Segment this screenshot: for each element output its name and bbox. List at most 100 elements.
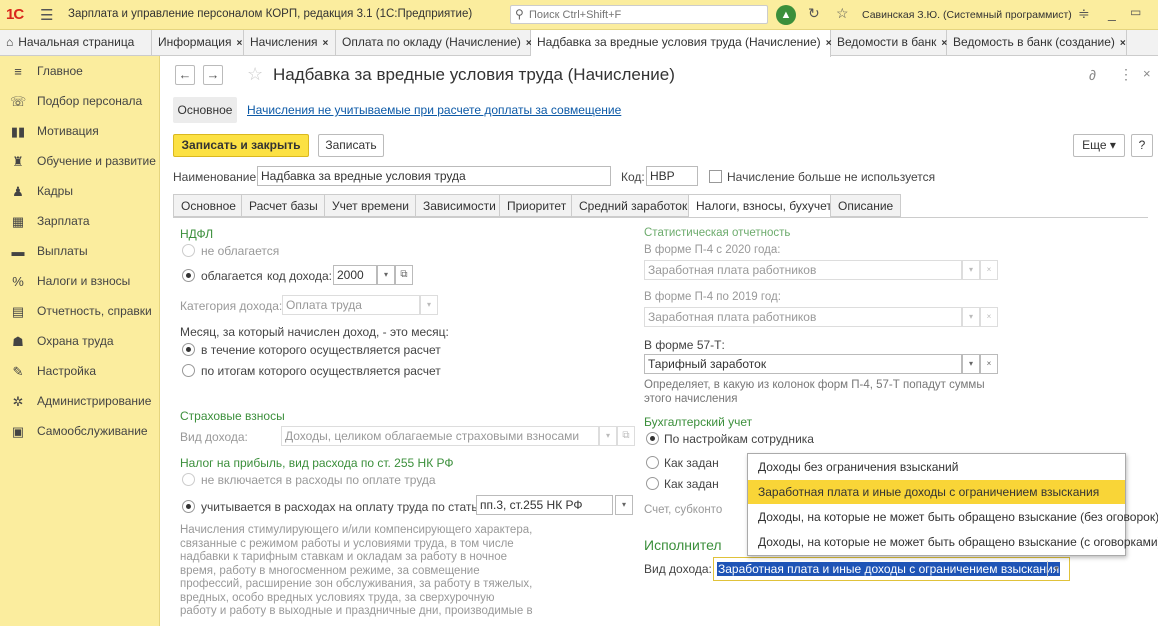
sidebar-item-admin[interactable]: ✲ Администрирование [0,389,160,415]
insurance-kind-field[interactable]: Доходы, целиком облагаемые страховыми вз… [281,426,599,446]
tab-info[interactable]: Информация × [152,30,244,56]
clear-icon[interactable]: × [980,354,998,374]
f57-label: В форме 57-Т: [644,338,725,352]
clear-icon[interactable]: × [980,307,998,327]
maximize-icon[interactable]: ▭ [1130,5,1141,25]
sidebar-item-label: Администрирование [37,394,152,408]
close-icon[interactable]: × [323,38,329,49]
month-during-radio[interactable] [182,343,195,356]
save-button[interactable]: Записать [318,134,384,157]
ndfl-taxed-radio[interactable] [182,269,195,282]
sidebar-item-recruitment[interactable]: ☏ Подбор персонала [0,89,160,115]
profit-included-radio[interactable] [182,500,195,513]
p4-2019-dropdown[interactable]: ▾ [962,307,980,327]
sidebar-item-education[interactable]: ♜ Обучение и развитие [0,149,160,175]
sidebar-item-selfservice[interactable]: ▣ Самообслуживание [0,419,160,445]
sidebar-item-reports[interactable]: ▤ Отчетность, справки [0,299,160,325]
main-menu-icon[interactable]: ☰ [40,6,53,24]
open-icon[interactable]: ⧉ [395,265,413,285]
article-dropdown[interactable]: ▾ [615,495,633,515]
history-icon[interactable]: ↻ [808,5,820,25]
insurance-kind-dropdown[interactable]: ▾ [599,426,617,446]
tab-salary-accrual[interactable]: Оплата по окладу (Начисление) × [336,30,532,56]
sidebar-item-safety[interactable]: ☗ Охрана труда [0,329,160,355]
close-icon[interactable]: × [1143,66,1151,81]
tab-accruals[interactable]: Начисления × [244,30,336,56]
close-icon[interactable]: × [236,38,242,49]
category-dropdown[interactable]: ▾ [420,295,438,315]
profit-not-included-radio[interactable] [182,473,195,486]
unused-checkbox[interactable] [709,170,722,183]
enforcement-kind-field[interactable]: Заработная плата и иные доходы с огранич… [713,557,1070,581]
minimize-icon[interactable]: _ [1108,5,1116,25]
p4-2019-field[interactable]: Заработная плата работников [644,307,962,327]
help-button[interactable]: ? [1131,134,1153,157]
favorites-icon[interactable]: ☆ [836,5,849,25]
close-icon[interactable]: × [1120,38,1126,49]
search-box[interactable]: ⚲ [510,5,768,24]
sidebar-item-hr[interactable]: ♟ Кадры [0,179,160,205]
app-logo: 1С [6,6,24,23]
clear-icon[interactable]: × [980,260,998,280]
tab-base-calc[interactable]: Расчет базы [241,194,326,217]
tab-bank-statements[interactable]: Ведомости в банк × [831,30,947,56]
popup-option-selected[interactable]: Заработная плата и иные доходы с огранич… [748,480,1125,504]
tab-basic[interactable]: Основное [173,194,244,217]
forward-button[interactable]: → [203,65,223,85]
accounting-opt3-radio[interactable] [646,477,659,490]
search-input[interactable] [529,7,759,22]
f57-dropdown[interactable]: ▾ [962,354,980,374]
sidebar-item-settings[interactable]: ✎ Настройка [0,359,160,385]
sidebar-item-payments[interactable]: ▬ Выплаты [0,239,160,265]
subnav-link-combination[interactable]: Начисления не учитываемые при расчете до… [247,103,621,117]
p4-2020-dropdown[interactable]: ▾ [962,260,980,280]
popup-option[interactable]: Доходы без ограничения взысканий [748,455,1125,479]
open-icon[interactable]: ⧉ [617,426,635,446]
category-field[interactable]: Оплата труда [282,295,420,315]
settings-icon[interactable]: ≑ [1078,5,1090,25]
tab-bank-statement-new[interactable]: Ведомость в банк (создание) × [947,30,1127,56]
accounting-opt3-label: Как задан [664,477,719,491]
popup-option[interactable]: Доходы, на которые не может быть обращен… [748,530,1158,554]
popup-option[interactable]: Доходы, на которые не может быть обращен… [748,505,1158,529]
month-after-radio[interactable] [182,364,195,377]
sidebar-item-taxes[interactable]: % Налоги и взносы [0,269,160,295]
form-title: Надбавка за вредные условия труда (Начис… [273,65,675,84]
sidebar-item-main[interactable]: ≡ Главное [0,59,160,85]
link-icon[interactable]: ∂ [1089,67,1096,83]
favorite-star-icon[interactable]: ☆ [247,64,263,85]
tab-description[interactable]: Описание [830,194,902,217]
notification-icon[interactable]: ▲ [776,5,796,25]
sidebar-item-label: Подбор персонала [37,94,143,108]
tab-taxes[interactable]: Налоги, взносы, бухучет [688,194,840,218]
sidebar-item-salary[interactable]: ▦ Зарплата [0,209,160,235]
sidebar-item-motivation[interactable]: ▮▮ Мотивация [0,119,160,145]
more-icon[interactable]: ⋮ [1119,66,1133,83]
accounting-opt2-radio[interactable] [646,456,659,469]
tab-avg-earnings[interactable]: Средний заработок [571,194,696,217]
save-and-close-button[interactable]: Записать и закрыть [173,134,309,157]
more-button[interactable]: Еще ▾ [1073,134,1125,157]
tab-hazard-accrual[interactable]: Надбавка за вредные условия труда (Начис… [531,30,832,57]
back-button[interactable]: ← [175,65,195,85]
accounting-opt2-label: Как задан [664,456,719,470]
ndfl-not-taxed-radio[interactable] [182,244,195,257]
stats-note-line: Определяет, в какую из колонок форм П-4,… [644,379,985,391]
ndfl-code-field[interactable]: 2000 [333,265,377,285]
ndfl-code-dropdown[interactable]: ▾ [377,265,395,285]
name-field[interactable]: Надбавка за вредные условия труда [257,166,611,186]
f57-field[interactable]: Тарифный заработок [644,354,962,374]
accounting-employee-radio[interactable] [646,432,659,445]
tab-dependencies[interactable]: Зависимости [415,194,504,217]
enforcement-kind-dropdown[interactable]: ▾ [1047,561,1065,577]
tab-home[interactable]: ⌂ Начальная страница [0,30,152,56]
code-field[interactable]: НВР [646,166,698,186]
article-field[interactable]: пп.3, ст.255 НК РФ [476,495,613,515]
p4-2020-field[interactable]: Заработная плата работников [644,260,962,280]
wrench-icon: ✎ [12,364,24,379]
tab-priority[interactable]: Приоритет [499,194,575,217]
subnav-main[interactable]: Основное [173,97,237,123]
tab-time[interactable]: Учет времени [324,194,417,217]
tab-label: Надбавка за вредные условия труда (Начис… [537,35,821,49]
user-name[interactable]: Савинская З.Ю. (Системный программист) [862,9,1072,21]
